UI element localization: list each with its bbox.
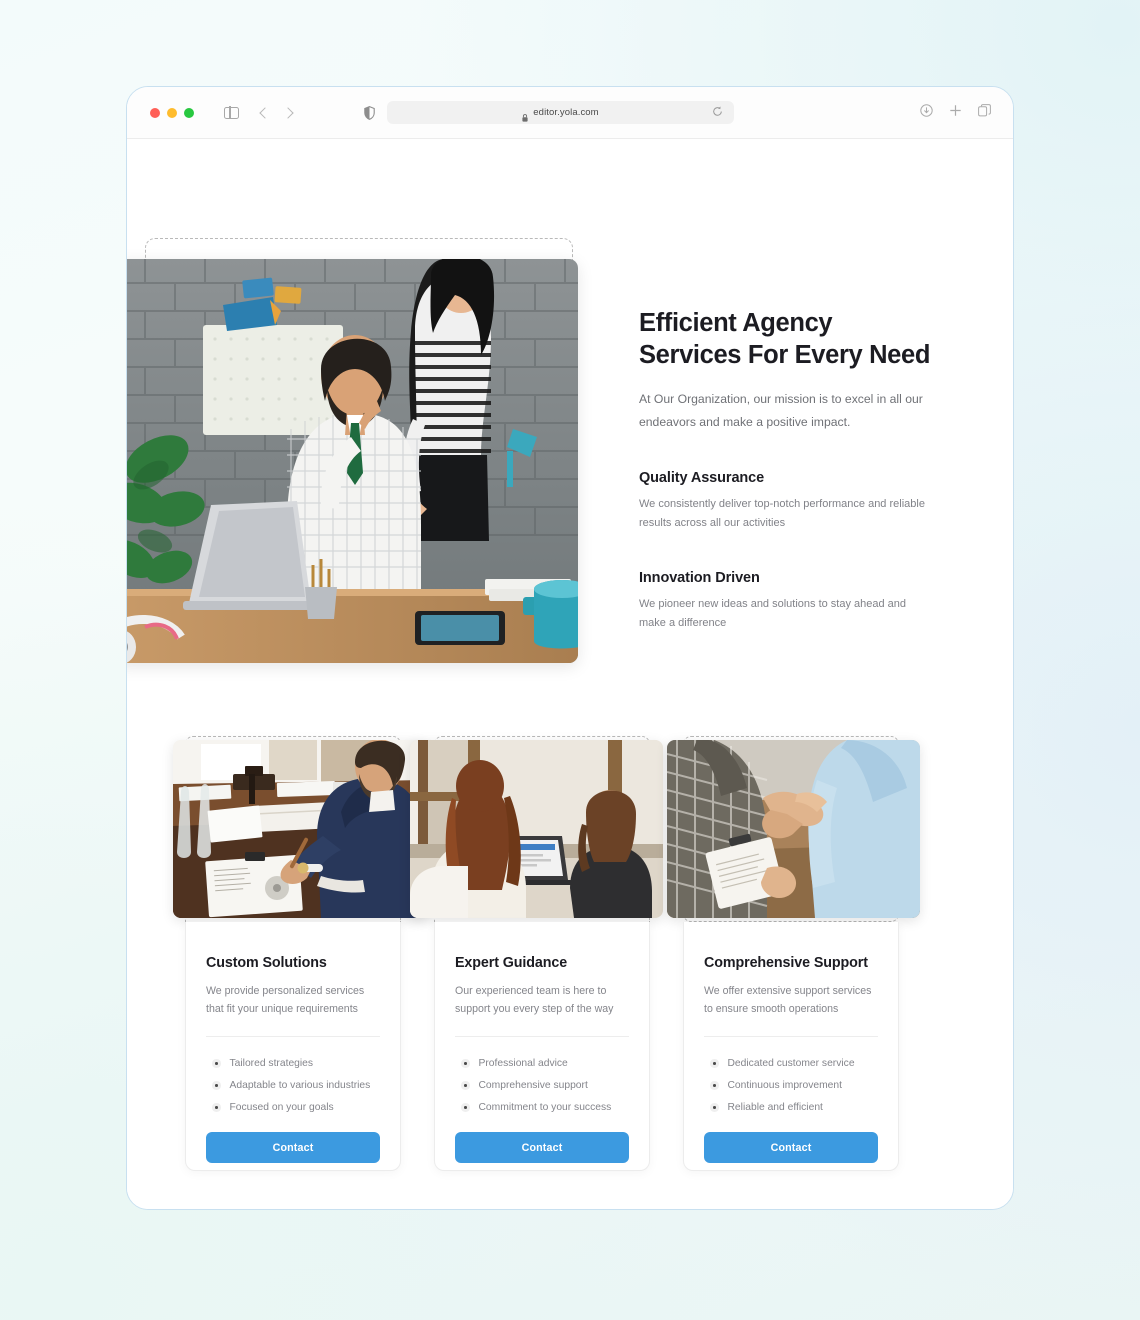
card-body: Custom Solutions We provide personalized… [185, 922, 401, 1171]
hero-image[interactable] [127, 259, 578, 663]
bullet-icon [212, 1059, 221, 1068]
toolbar-right-icons[interactable] [920, 103, 991, 122]
hero-text-block: Efficient Agency Services For Every Need… [639, 307, 939, 633]
address-bar[interactable]: editor.yola.com [387, 101, 734, 124]
bullet-icon [461, 1103, 470, 1112]
bullet-icon [212, 1103, 221, 1112]
back-chevron-icon[interactable] [259, 106, 271, 119]
lock-icon [522, 109, 528, 122]
forward-chevron-icon[interactable] [282, 106, 294, 119]
navigation-controls[interactable] [259, 106, 294, 119]
divider [206, 1036, 380, 1038]
list-item: Commitment to your success [455, 1096, 629, 1118]
contact-button[interactable]: Contact [206, 1132, 380, 1164]
bullet-icon [461, 1081, 470, 1090]
hero-lead-text: At Our Organization, our mission is to e… [639, 392, 923, 429]
bullet-icon [710, 1081, 719, 1090]
reload-icon[interactable] [712, 104, 723, 122]
card-image[interactable] [667, 740, 920, 918]
card-title: Comprehensive Support [704, 955, 868, 971]
card-title: Expert Guidance [455, 955, 568, 971]
page-title-line2: Services For Every Need [639, 341, 931, 370]
new-tab-plus-icon[interactable] [949, 104, 962, 122]
list-item: Professional advice [455, 1052, 629, 1074]
browser-window: editor.yola.com Efficient Agency Service… [126, 86, 1014, 1210]
page-title: Efficient Agency Services For Every Need [639, 307, 939, 371]
tab-overview-icon[interactable] [978, 103, 991, 122]
privacy-shield-icon[interactable] [364, 105, 375, 120]
browser-toolbar: editor.yola.com [127, 87, 1013, 139]
sidebar-toggle-icon[interactable] [224, 106, 239, 119]
list-item-label: Dedicated customer service [727, 1057, 855, 1069]
card-image[interactable] [173, 740, 426, 918]
close-window-button[interactable] [150, 107, 160, 118]
list-item: Continuous improvement [704, 1074, 878, 1096]
list-item-label: Adaptable to various industries [229, 1079, 371, 1091]
list-item-label: Continuous improvement [727, 1079, 842, 1091]
card-feature-list: Tailored strategies Adaptable to various… [206, 1052, 380, 1118]
list-item: Reliable and efficient [704, 1096, 878, 1118]
bullet-icon [710, 1059, 719, 1068]
card-image[interactable] [410, 740, 663, 918]
bullet-icon [212, 1081, 221, 1090]
url-text: editor.yola.com [533, 107, 599, 118]
divider [455, 1036, 629, 1038]
list-item-label: Professional advice [478, 1057, 568, 1069]
contact-button[interactable]: Contact [704, 1132, 878, 1164]
list-item: Comprehensive support [455, 1074, 629, 1096]
window-controls[interactable] [150, 107, 194, 118]
feature-text: We consistently deliver top-notch perfor… [639, 497, 925, 529]
list-item-label: Focused on your goals [229, 1101, 334, 1113]
list-item: Tailored strategies [206, 1052, 380, 1074]
card-feature-list: Professional advice Comprehensive suppor… [455, 1052, 629, 1118]
feature-innovation-driven: Innovation Driven We pioneer new ideas a… [639, 570, 939, 633]
card-description: We offer extensive support services to e… [704, 985, 872, 1016]
hero-image-selection-outline[interactable] [127, 238, 578, 663]
website-canvas: Efficient Agency Services For Every Need… [127, 139, 1013, 1209]
card-title: Custom Solutions [206, 955, 327, 971]
minimize-window-button[interactable] [167, 107, 177, 118]
card-feature-list: Dedicated customer service Continuous im… [704, 1052, 878, 1118]
list-item-label: Commitment to your success [478, 1101, 612, 1113]
list-item-label: Reliable and efficient [727, 1101, 823, 1113]
feature-title: Quality Assurance [639, 469, 765, 486]
downloads-icon[interactable] [920, 103, 933, 122]
feature-quality-assurance: Quality Assurance We consistently delive… [639, 470, 939, 533]
card-body: Comprehensive Support We offer extensive… [683, 922, 899, 1171]
contact-button[interactable]: Contact [455, 1132, 629, 1164]
card-description: We provide personalized services that fi… [206, 985, 365, 1016]
list-item: Adaptable to various industries [206, 1074, 380, 1096]
list-item-label: Comprehensive support [478, 1079, 588, 1091]
feature-text: We pioneer new ideas and solutions to st… [639, 597, 907, 629]
list-item: Dedicated customer service [704, 1052, 878, 1074]
page-title-line1: Efficient Agency [639, 309, 833, 337]
list-item: Focused on your goals [206, 1096, 380, 1118]
card-body: Expert Guidance Our experienced team is … [434, 922, 650, 1171]
bullet-icon [710, 1103, 719, 1112]
list-item-label: Tailored strategies [229, 1057, 314, 1069]
divider [704, 1036, 878, 1038]
feature-title: Innovation Driven [639, 569, 760, 586]
bullet-icon [461, 1059, 470, 1068]
maximize-window-button[interactable] [184, 107, 194, 118]
card-description: Our experienced team is here to support … [455, 985, 614, 1016]
